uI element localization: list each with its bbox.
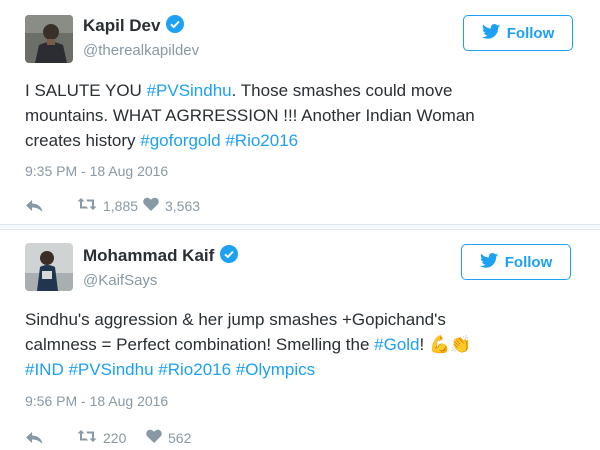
tweet-text-line: creates history #goforgold #Rio2016: [25, 128, 475, 153]
follow-button[interactable]: Follow: [463, 15, 573, 51]
display-name[interactable]: Mohammad Kaif: [83, 245, 239, 268]
tweet-text-segment: calmness = Perfect combination! Smelling…: [25, 335, 375, 354]
hashtag-link[interactable]: #Rio2016: [158, 360, 231, 379]
tweet-card: Kapil Dev @therealkapildev Follow I SALU…: [0, 0, 600, 225]
hashtag-link[interactable]: #Rio2016: [225, 131, 298, 150]
avatar[interactable]: [25, 15, 73, 63]
tweet-actions: 220 562: [25, 429, 191, 446]
like-icon: [143, 197, 159, 214]
user-handle[interactable]: @therealkapildev: [83, 42, 199, 59]
tweet-text-segment: mountains. WHAT AGRRESSION !!! Another I…: [25, 106, 475, 125]
timestamp[interactable]: 9:35 PM - 18 Aug 2016: [25, 163, 168, 179]
twitter-bird-icon: [479, 252, 498, 272]
retweet-count: 220: [103, 429, 127, 446]
retweet-button[interactable]: 220: [77, 429, 146, 446]
emoji: 💪👏: [428, 335, 472, 354]
tweet-text-segment: !: [419, 335, 429, 354]
tweet-text-segment: I SALUTE YOU: [25, 81, 147, 100]
retweet-icon: [77, 197, 97, 214]
hashtag-link[interactable]: #Olympics: [236, 360, 315, 379]
tweet-text-line: I SALUTE YOU #PVSindhu. Those smashes co…: [25, 78, 475, 103]
follow-label: Follow: [506, 24, 555, 42]
like-button[interactable]: 562: [146, 429, 191, 446]
follow-label: Follow: [504, 253, 553, 271]
tweet-text-line: mountains. WHAT AGRRESSION !!! Another I…: [25, 103, 475, 128]
tweet-text-segment: creates history: [25, 131, 141, 150]
like-count: 562: [168, 429, 192, 446]
like-icon: [146, 429, 162, 446]
retweet-count: 1,885: [103, 197, 139, 214]
tweet-text: I SALUTE YOU #PVSindhu. Those smashes co…: [25, 78, 475, 153]
retweet-button[interactable]: 1,885: [77, 197, 143, 214]
like-button[interactable]: 3,563: [143, 197, 200, 214]
hashtag-link[interactable]: #PVSindhu: [68, 360, 153, 379]
follow-button[interactable]: Follow: [461, 244, 571, 280]
reply-icon[interactable]: [25, 431, 77, 445]
verified-badge-icon: [166, 15, 185, 38]
verified-badge-icon: [220, 245, 239, 268]
tweet-card: Mohammad Kaif @KaifSays Follow Sindhu's …: [0, 229, 600, 450]
tweet-text-segment: Sindhu's aggression & her jump smashes +…: [25, 310, 446, 329]
tweet-text-line: calmness = Perfect combination! Smelling…: [25, 332, 471, 357]
tweet-text-line: #IND #PVSindhu #Rio2016 #Olympics: [25, 357, 471, 382]
user-handle[interactable]: @KaifSays: [83, 272, 157, 289]
tweet-text-line: Sindhu's aggression & her jump smashes +…: [25, 307, 471, 332]
tweet-text-segment: . Those smashes could move: [231, 81, 453, 100]
timestamp[interactable]: 9:56 PM - 18 Aug 2016: [25, 393, 168, 409]
twitter-bird-icon: [481, 23, 500, 43]
hashtag-link[interactable]: #Gold: [374, 335, 419, 354]
like-count: 3,563: [165, 197, 201, 214]
tweet-text: Sindhu's aggression & her jump smashes +…: [25, 307, 471, 382]
tweet-actions: 1,885 3,563: [25, 197, 200, 214]
retweet-icon: [77, 429, 97, 446]
reply-icon[interactable]: [25, 199, 77, 213]
hashtag-link[interactable]: #goforgold: [140, 131, 220, 150]
hashtag-link[interactable]: #PVSindhu: [147, 81, 232, 100]
hashtag-link[interactable]: #IND: [25, 360, 64, 379]
display-name[interactable]: Kapil Dev: [83, 15, 185, 38]
avatar[interactable]: [25, 243, 73, 291]
